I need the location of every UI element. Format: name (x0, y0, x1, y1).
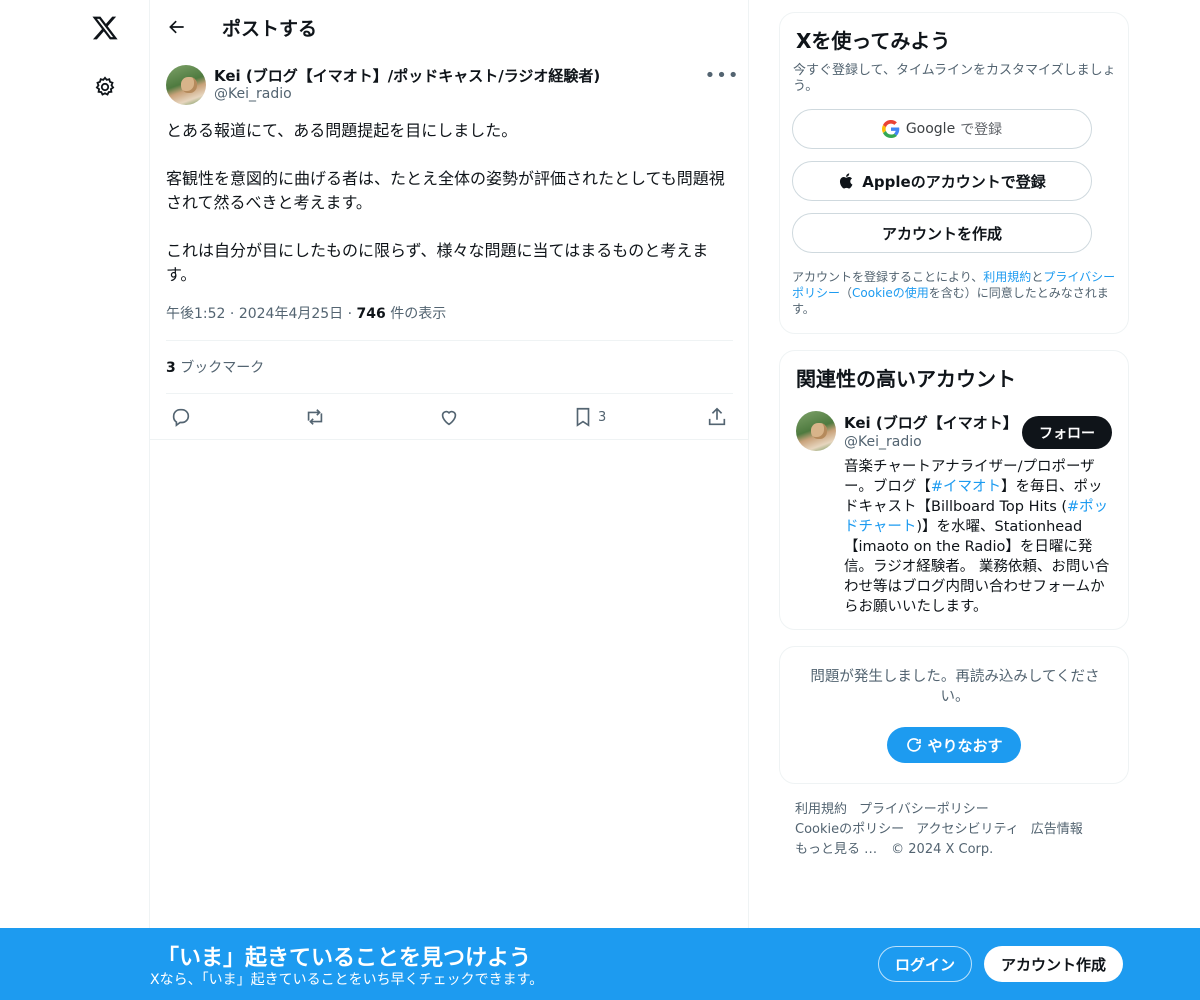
signup-subtitle: 今すぐ登録して、タイムラインをカスタマイズしましょう。 (793, 63, 1116, 94)
separator-dot: · (229, 306, 239, 322)
google-brand: Google (905, 121, 956, 137)
more-options-icon[interactable]: ••• (705, 64, 739, 86)
share-icon[interactable] (706, 401, 728, 433)
footer-accessibility-link[interactable]: アクセシビリティ (916, 822, 1019, 837)
left-nav (0, 0, 150, 1000)
cookie-link[interactable]: Cookieの使用 (852, 286, 929, 300)
footer-links: 利用規約 プライバシーポリシー Cookieのポリシー アクセシビリティ 広告情報 も… (795, 800, 1125, 860)
tweet-paragraph: これは自分が目にしたものに限らず、様々な問題に当てはまるものと考えます。 (166, 241, 709, 284)
footer-cookie-link[interactable]: Cookieのポリシー (795, 822, 904, 837)
google-signup-button[interactable]: Google で登録 (792, 109, 1092, 149)
gear-icon[interactable] (89, 71, 121, 103)
follow-button[interactable]: フォロー (1022, 416, 1112, 449)
hashtag-link[interactable]: #イマオト (931, 479, 1001, 495)
footer-privacy-link[interactable]: プライバシーポリシー (859, 802, 989, 817)
views-count: 746 (356, 306, 386, 322)
signup-button[interactable]: アカウント作成 (984, 946, 1123, 982)
author-avatar[interactable] (166, 65, 206, 105)
apple-signup-label: Appleのアカウントで登録 (862, 172, 1046, 191)
related-handle[interactable]: @Kei_radio (844, 434, 922, 450)
error-card: 問題が発生しました。再読み込みしてください。 やりなおす (779, 646, 1129, 784)
bookmarks-label: ブックマーク (180, 360, 265, 376)
login-button[interactable]: ログイン (878, 946, 972, 982)
apple-signup-button[interactable]: Appleのアカウントで登録 (792, 161, 1092, 201)
views-label: 件の表示 (390, 306, 447, 322)
footer-more-link[interactable]: もっと見る … (795, 842, 877, 857)
bookmark-count: 3 (598, 409, 607, 425)
back-arrow-icon[interactable] (162, 12, 192, 42)
main-column: ポストする Kei (ブログ【イマオト】/ポッドキャスト/ラジオ経験者) @Ke… (150, 0, 749, 1000)
retry-button[interactable]: やりなおす (887, 727, 1021, 763)
google-icon (881, 120, 900, 138)
tweet-time[interactable]: 午後1:52 (166, 306, 225, 322)
apple-icon (840, 173, 853, 189)
like-icon[interactable] (438, 401, 460, 433)
retry-label: やりなおす (927, 736, 1003, 755)
create-account-button[interactable]: アカウントを作成 (792, 213, 1092, 253)
author-handle[interactable]: @Kei_radio (214, 86, 292, 102)
tweet-paragraph: 客観性を意図的に曲げる者は、たとえ全体の姿勢が評価されたとしても問題視されて然る… (166, 169, 725, 212)
tweet-date[interactable]: 2024年4月25日 (239, 306, 343, 322)
repost-icon[interactable] (304, 401, 326, 433)
related-bio: 音楽チャートアナライザー/プロポーザー。ブログ【#イマオト】を毎日、ポッドキャス… (844, 457, 1112, 617)
x-logo-icon[interactable] (89, 12, 121, 44)
copyright: © 2024 X Corp. (891, 842, 994, 857)
divider (166, 340, 733, 341)
signup-banner: 「いま」起きていることを見つけよう Xなら、「いま」起きていることをいち早くチェ… (0, 928, 1200, 1000)
related-name[interactable]: Kei (ブログ【イマオト】 (844, 412, 1018, 433)
bookmark-icon[interactable]: 3 (572, 401, 606, 433)
google-suffix: で登録 (960, 122, 1003, 138)
legal-text: アカウントを登録することにより、 (792, 270, 984, 284)
bookmarks-stat[interactable]: 3 ブックマーク (166, 357, 264, 377)
footer-terms-link[interactable]: 利用規約 (795, 802, 847, 817)
related-title: 関連性の高いアカウント (796, 367, 1016, 391)
tweet-meta: 午後1:52 · 2024年4月25日 · 746 件の表示 (166, 303, 446, 323)
page-title: ポストする (222, 18, 318, 40)
terms-link[interactable]: 利用規約 (983, 270, 1031, 284)
tweet-actions: 3 (150, 395, 749, 440)
header-bar: ポストする (150, 0, 749, 53)
legal-notice: アカウントを登録することにより、利用規約とプライバシーポリシー（Cookieの使… (792, 269, 1122, 317)
create-account-label: アカウントを作成 (881, 224, 1002, 243)
legal-text: と (1031, 270, 1044, 284)
legal-text: （ (840, 286, 853, 300)
reply-icon[interactable] (170, 401, 192, 433)
refresh-icon (907, 738, 922, 752)
error-message: 問題が発生しました。再読み込みしてください。 (810, 669, 1100, 705)
author-name[interactable]: Kei (ブログ【イマオト】/ポッドキャスト/ラジオ経験者) (214, 65, 600, 86)
footer-ads-link[interactable]: 広告情報 (1031, 822, 1083, 837)
related-accounts-card: 関連性の高いアカウント Kei (ブログ【イマオト】 @Kei_radio フォ… (779, 350, 1129, 630)
banner-subtitle: Xなら、「いま」起きていることをいち早くチェックできます。 (150, 972, 544, 988)
divider (166, 393, 733, 394)
tweet-text: とある報道にて、ある問題提起を目にしました。 客観性を意図的に曲げる者は、たとえ… (166, 119, 732, 287)
separator-dot: · (347, 306, 357, 322)
signup-card: Xを使ってみよう 今すぐ登録して、タイムラインをカスタマイズしましょう。 Goo… (779, 12, 1129, 334)
signup-title: Xを使ってみよう (796, 29, 951, 53)
related-avatar[interactable] (796, 411, 836, 451)
banner-title: 「いま」起きていることを見つけよう (157, 946, 532, 971)
bookmarks-count: 3 (166, 360, 176, 376)
tweet-paragraph: とある報道にて、ある問題提起を目にしました。 (166, 121, 518, 140)
